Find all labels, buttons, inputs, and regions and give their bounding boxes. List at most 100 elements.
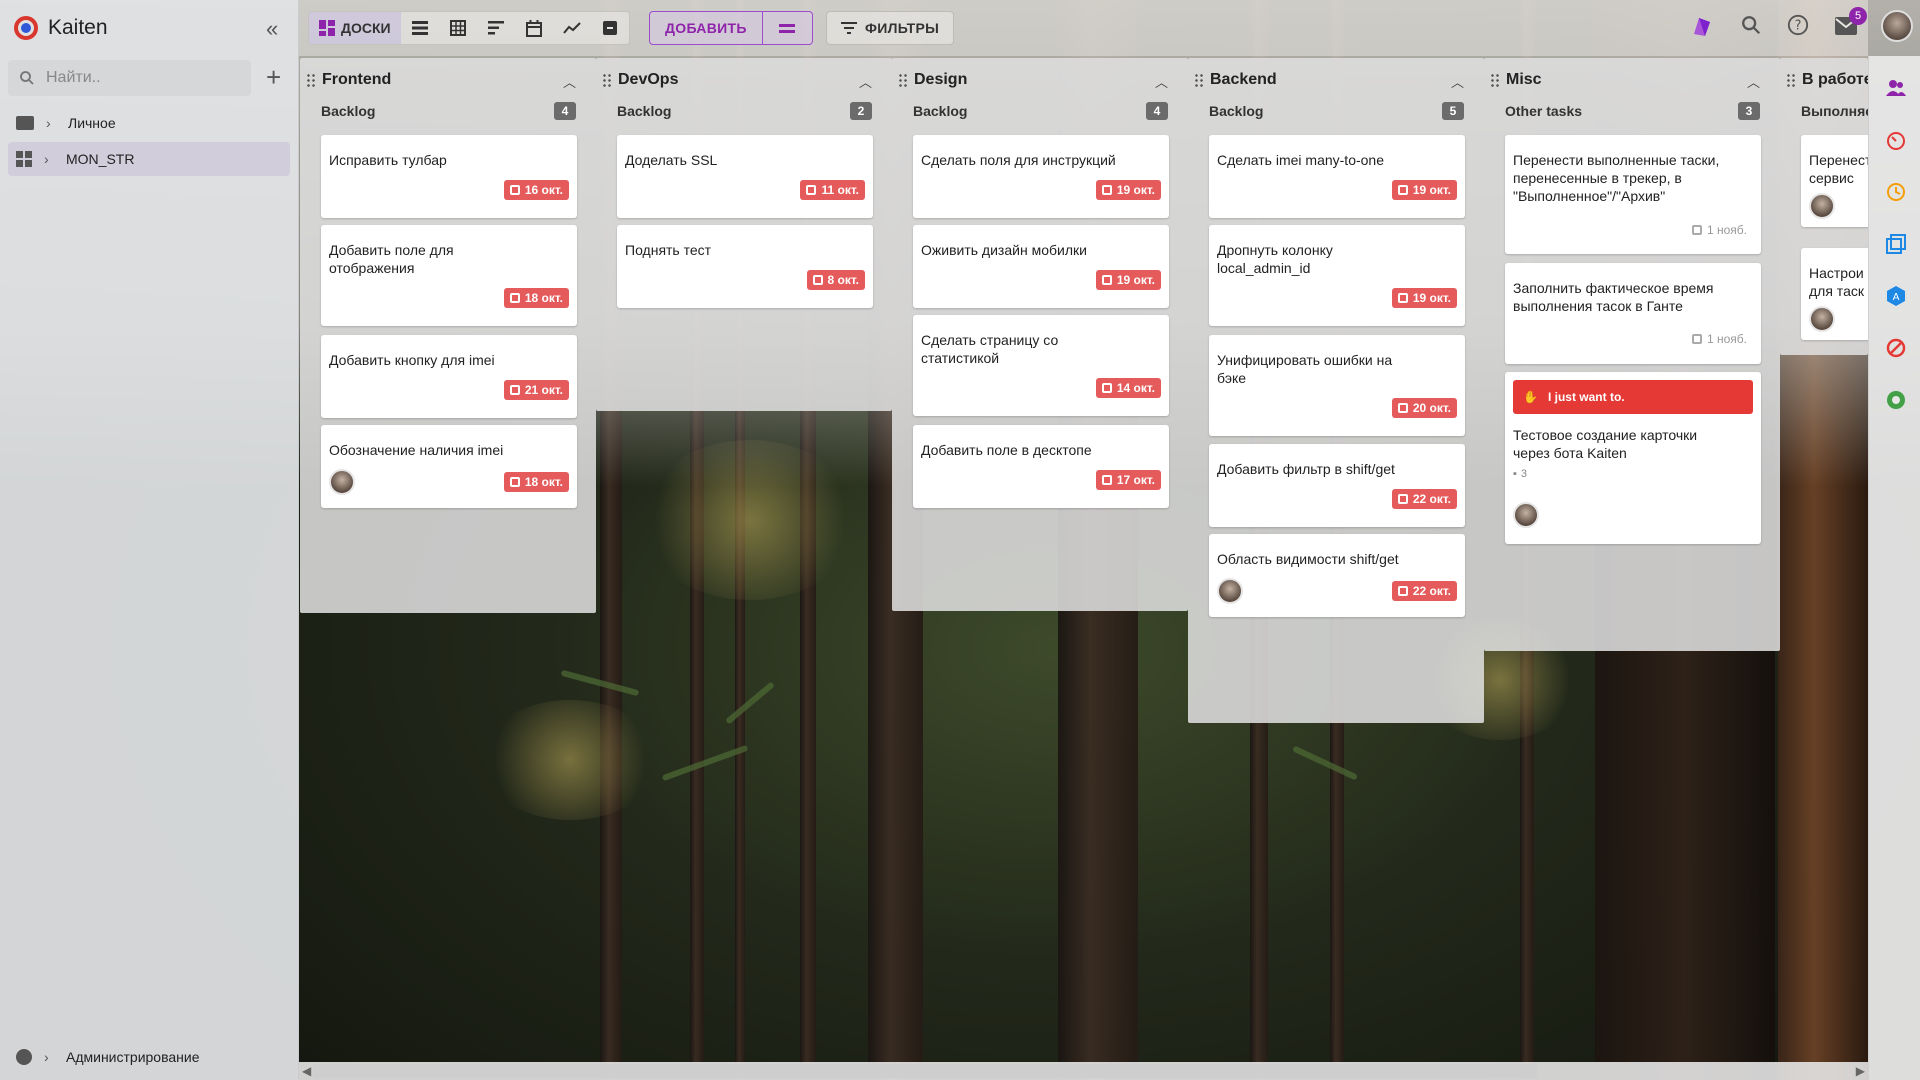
card[interactable]: Сделать imei many-to-one 19 окт. [1209, 135, 1465, 218]
due-date-badge: 8 окт. [806, 270, 865, 290]
due-date-badge: 14 окт. [1095, 378, 1161, 398]
members-icon[interactable] [1886, 78, 1906, 98]
card[interactable]: Исправить тулбар 16 окт. [321, 135, 577, 218]
column-header[interactable]: Design [898, 71, 967, 89]
admin-icon [16, 1049, 32, 1065]
add-menu-button[interactable] [761, 12, 812, 44]
sidebar-item-mon-str[interactable]: › MON_STR [8, 142, 290, 176]
card-title: Область видимости shift/get [1217, 551, 1399, 567]
column-header[interactable]: Frontend [306, 71, 391, 89]
add-button[interactable]: ДОБАВИТЬ [650, 12, 762, 44]
due-date-badge: 19 окт. [1391, 180, 1457, 200]
tag-icon[interactable] [1690, 14, 1714, 38]
chevron-up-icon[interactable]: ︿ [563, 72, 576, 91]
column-header[interactable]: Backend [1194, 71, 1277, 89]
automation-icon[interactable]: A [1886, 286, 1906, 306]
card[interactable]: Сделать страницу со статистикой 14 окт. [913, 315, 1169, 416]
sidebar-item-admin[interactable]: › Администрирование [8, 1040, 290, 1074]
help-icon[interactable]: ? [1787, 14, 1809, 36]
card[interactable]: Дропнуть колонку local_admin_id 19 окт. [1209, 225, 1465, 326]
card-title: Добавить поле в десктопе [921, 442, 1092, 458]
card[interactable]: ✋ I just want to. Тестовое создание карто… [1505, 372, 1761, 544]
history-icon[interactable] [1886, 182, 1906, 202]
collapse-sidebar-button[interactable]: « [266, 16, 278, 42]
search-input[interactable]: Найти.. [8, 60, 251, 96]
boards-view-label: ДОСКИ [341, 20, 391, 36]
lane-title: Выполняе [1801, 103, 1868, 119]
column-title: Design [914, 71, 968, 88]
column-devops: DevOps ︿ Backlog 2 Доделать SSL 11 окт. … [596, 58, 892, 411]
card-title: Обозначение наличия imei [329, 442, 504, 458]
timeline-view-button[interactable] [477, 12, 515, 44]
avatar[interactable] [1809, 193, 1835, 219]
search-icon[interactable] [1740, 14, 1762, 36]
calendar-icon [509, 385, 520, 395]
scrollbar-thumb[interactable] [313, 1064, 1537, 1078]
calendar-icon [806, 185, 817, 195]
due-date-badge: 18 окт. [503, 472, 569, 492]
card[interactable]: Доделать SSL 11 окт. [617, 135, 873, 218]
card-title: Сделать страницу со статистикой [921, 332, 1059, 366]
avatar[interactable] [1217, 578, 1243, 604]
blocked-icon[interactable] [1886, 338, 1906, 358]
card[interactable]: Добавить поле для отображения 18 окт. [321, 225, 577, 326]
timer-icon[interactable] [1886, 130, 1906, 150]
archive-view-button[interactable] [591, 12, 629, 44]
card-title: Исправить тулбар [329, 152, 447, 168]
card[interactable]: Заполнить фактическое время выполнения т… [1505, 263, 1761, 364]
avatar[interactable] [1513, 502, 1539, 528]
card[interactable]: Обозначение наличия imei 18 окт. [321, 425, 577, 508]
scroll-right-icon[interactable]: ▶ [1856, 1064, 1865, 1078]
drag-handle-icon[interactable] [898, 73, 908, 87]
column-header[interactable]: Misc [1490, 71, 1542, 89]
avatar[interactable] [329, 469, 355, 495]
aperture-icon[interactable] [1886, 390, 1906, 410]
due-date-badge: 22 окт. [1391, 489, 1457, 509]
chevron-up-icon[interactable]: ︿ [859, 72, 872, 91]
card[interactable]: Перенест сервис [1801, 135, 1868, 227]
calendar-icon [1101, 475, 1112, 485]
calendar-icon [1397, 293, 1408, 303]
calendar-view-button[interactable] [515, 12, 553, 44]
card-title: Перенести выполненные таски, перенесенны… [1513, 152, 1720, 204]
chart-view-button[interactable] [553, 12, 591, 44]
drag-handle-icon[interactable] [1194, 73, 1204, 87]
drag-handle-icon[interactable] [1786, 73, 1796, 87]
card-title: Добавить кнопку для imei [329, 352, 495, 368]
card[interactable]: Добавить кнопку для imei 21 окт. [321, 335, 577, 418]
user-avatar[interactable] [1881, 10, 1913, 42]
card[interactable]: Область видимости shift/get 22 окт. [1209, 534, 1465, 617]
card[interactable]: Добавить поле в десктопе 17 окт. [913, 425, 1169, 508]
drag-handle-icon[interactable] [602, 73, 612, 87]
chevron-up-icon[interactable]: ︿ [1155, 72, 1168, 91]
card-title: Поднять тест [625, 242, 712, 258]
horizontal-scrollbar[interactable]: ◀ ▶ [299, 1062, 1868, 1080]
card[interactable]: Перенести выполненные таски, перенесенны… [1505, 135, 1761, 254]
card-title: Добавить поле для отображения [329, 242, 454, 276]
column-header[interactable]: DevOps [602, 71, 678, 89]
due-date-badge: 1 нояб. [1686, 329, 1753, 349]
lane-title: Backlog [321, 103, 376, 119]
scroll-left-icon[interactable]: ◀ [302, 1064, 311, 1078]
card[interactable]: Поднять тест 8 окт. [617, 225, 873, 308]
copy-icon[interactable] [1886, 234, 1906, 254]
card[interactable]: Оживить дизайн мобилки 19 окт. [913, 225, 1169, 308]
card[interactable]: Сделать поля для инструкций 19 окт. [913, 135, 1169, 218]
chevron-up-icon[interactable]: ︿ [1747, 72, 1760, 91]
table-view-button[interactable] [439, 12, 477, 44]
drag-handle-icon[interactable] [1490, 73, 1500, 87]
column-design: Design ︿ Backlog 4 Сделать поля для инст… [892, 58, 1188, 611]
list-view-button[interactable] [401, 12, 439, 44]
column-header[interactable]: В работе [1786, 71, 1868, 89]
boards-view-button[interactable]: ДОСКИ [309, 12, 401, 44]
sidebar-item-personal[interactable]: › Личное [8, 106, 290, 140]
chevron-up-icon[interactable]: ︿ [1451, 72, 1464, 91]
card[interactable]: Добавить фильтр в shift/get 22 окт. [1209, 444, 1465, 527]
card[interactable]: Унифицировать ошибки на бэке 20 окт. [1209, 335, 1465, 436]
add-space-button[interactable]: + [266, 62, 281, 93]
logo[interactable]: Kaiten [14, 16, 108, 40]
avatar[interactable] [1809, 306, 1835, 332]
card[interactable]: Настрои для таск [1801, 248, 1868, 340]
drag-handle-icon[interactable] [306, 73, 316, 87]
filters-button[interactable]: ФИЛЬТРЫ [826, 11, 955, 45]
